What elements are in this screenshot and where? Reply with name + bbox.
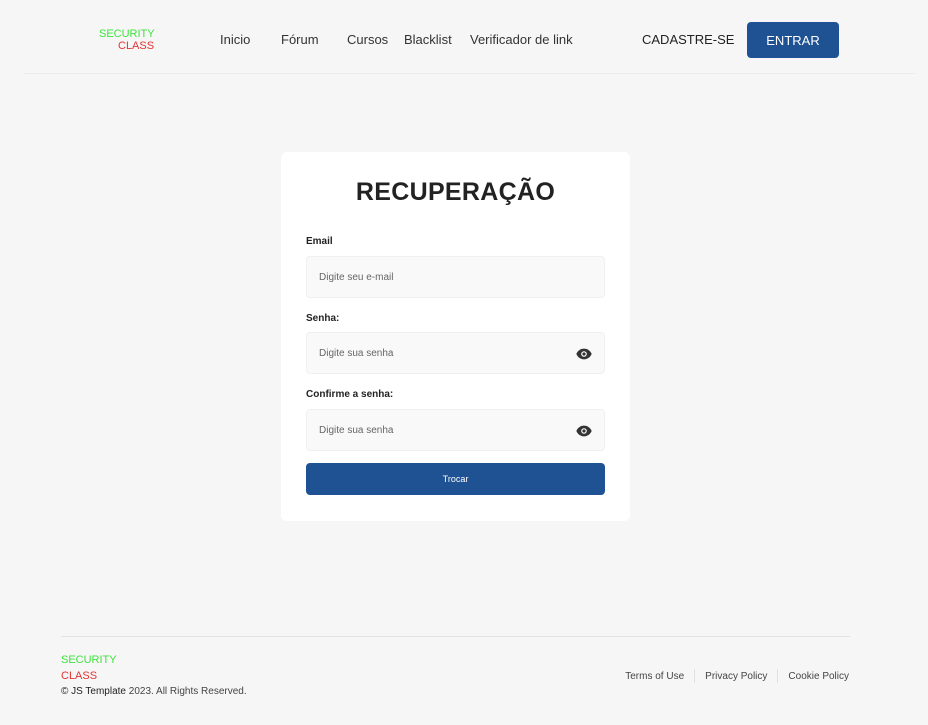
confirm-password-label: Confirme a senha: (306, 389, 394, 400)
page-title: RECUPERAÇÃO (355, 178, 556, 206)
eye-icon[interactable] (576, 424, 592, 438)
footer-logo-line-security: SECURITY (61, 654, 117, 666)
footer-logo-line-class: CLASS (61, 670, 98, 682)
email-field[interactable] (319, 257, 559, 297)
email-label: Email (306, 236, 333, 247)
footer-divider (61, 636, 850, 637)
copyright-text: 2023. All Rights Reserved. (126, 686, 247, 697)
site-header: SECURITY CLASS Inicio Fórum Cursos Black… (0, 0, 928, 74)
nav-forum[interactable]: Fórum (281, 32, 319, 47)
footer-link-terms[interactable]: Terms of Use (625, 671, 684, 682)
password-field-wrapper (306, 332, 605, 374)
footer-link-privacy[interactable]: Privacy Policy (705, 671, 767, 682)
confirm-password-field[interactable] (319, 410, 559, 450)
logo[interactable]: SECURITY CLASS (99, 28, 155, 52)
copyright-brand: © JS Template (61, 686, 126, 697)
footer-separator (694, 669, 696, 683)
footer-link-cookie[interactable]: Cookie Policy (788, 671, 849, 682)
logo-line-security: SECURITY (99, 28, 155, 40)
password-label: Senha: (306, 313, 340, 324)
signup-link[interactable]: CADASTRE-SE (642, 32, 734, 47)
footer-links: Terms of Use Privacy Policy Cookie Polic… (625, 669, 849, 683)
nav-blacklist[interactable]: Blacklist (404, 32, 452, 47)
copyright: © JS Template 2023. All Rights Reserved. (61, 686, 247, 697)
login-button[interactable]: ENTRAR (747, 22, 839, 58)
recovery-card: RECUPERAÇÃO Email Senha: Confirme a senh… (281, 152, 630, 521)
logo-line-class: CLASS (118, 40, 155, 52)
nav-verificador-de-link[interactable]: Verificador de link (470, 32, 573, 47)
footer-logo[interactable]: SECURITY CLASS (61, 652, 117, 684)
nav-cursos[interactable]: Cursos (347, 32, 388, 47)
footer-separator (777, 669, 779, 683)
email-field-wrapper (306, 256, 605, 298)
confirm-password-field-wrapper (306, 409, 605, 451)
header-divider (24, 73, 916, 74)
nav-inicio[interactable]: Inicio (220, 32, 250, 47)
submit-button[interactable]: Trocar (306, 463, 605, 495)
password-field[interactable] (319, 333, 559, 373)
eye-icon[interactable] (576, 347, 592, 361)
